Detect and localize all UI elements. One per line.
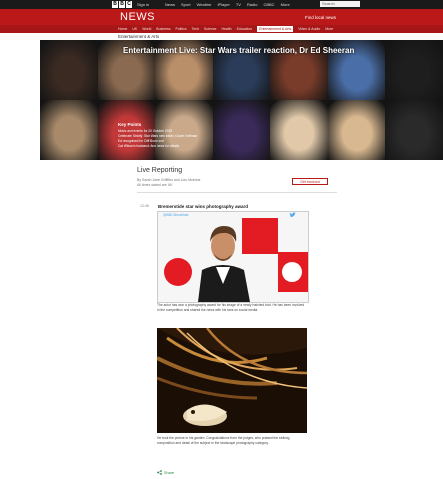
section-tab-entertainment-arts[interactable]: Entertainment & Arts [257, 26, 294, 32]
section-tab-politics[interactable]: Politics [176, 26, 187, 32]
key-points: Key Points Music and events for 20 Octob… [118, 122, 258, 149]
hero-photo-tile [327, 100, 386, 160]
post-title: Bremerstide star wins photography award [158, 204, 249, 209]
get-involved-button[interactable]: Get involved [292, 178, 328, 185]
global-nav-weather[interactable]: Weather [197, 1, 212, 8]
global-nav-more[interactable]: More [281, 1, 290, 8]
post-body: The actor has won a photography award fo… [157, 303, 305, 312]
tweet-handle[interactable]: @BBCBreakfast [163, 213, 189, 217]
signin-link[interactable]: Sign in [137, 1, 149, 8]
bbc-logo[interactable]: B B C [112, 1, 132, 8]
section-tab-more[interactable]: More [325, 26, 333, 32]
global-nav-iplayer[interactable]: iPlayer [218, 1, 230, 8]
post-timestamp: 12:48 [140, 204, 149, 208]
bird-image [157, 328, 307, 433]
embedded-tweet[interactable] [157, 211, 309, 303]
global-nav-radio[interactable]: Radio [247, 1, 257, 8]
byline-times: All times stated are UK [137, 182, 173, 187]
section-breadcrumb[interactable]: Entertainment & Arts [118, 34, 159, 39]
global-nav-sport[interactable]: Sport [181, 1, 191, 8]
logo-letter: B [119, 1, 125, 8]
search-input[interactable]: Search [320, 1, 360, 7]
key-point-item[interactable]: Cat Wilson's husband: Ann news for detai… [118, 144, 258, 149]
section-tab-uk[interactable]: UK [132, 26, 137, 32]
section-tab-education[interactable]: Education [237, 26, 253, 32]
news-header [0, 9, 443, 25]
share-label: Share [164, 470, 175, 475]
share-icon [157, 470, 162, 475]
live-reporting-heading: Live Reporting [137, 167, 183, 174]
section-tab-video-audio[interactable]: Video & Audio [298, 26, 320, 32]
divider [137, 192, 337, 193]
logo-letter: C [126, 1, 132, 8]
section-tab-health[interactable]: Health [221, 26, 231, 32]
news-logo[interactable]: NEWS [120, 11, 155, 23]
tweet-photo [158, 212, 308, 302]
section-tab-world[interactable]: World [142, 26, 151, 32]
section-tab-tech[interactable]: Tech [192, 26, 199, 32]
section-tab-science[interactable]: Science [204, 26, 216, 32]
hero-photo-tile [40, 40, 99, 101]
logo-letter: B [112, 1, 118, 8]
hero-title: Entertainment Live: Star Wars trailer re… [123, 46, 355, 55]
key-points-title: Key Points [118, 122, 142, 127]
hero-photo-tile [385, 100, 443, 160]
section-nav: Home UK World Business Politics Tech Science He… [118, 26, 333, 32]
share-button[interactable]: Share [157, 470, 174, 475]
hero-photo-tile [270, 100, 329, 160]
byline: By Sarah Jane Griffiths and Lizo Mzimba … [137, 178, 200, 187]
global-nav-cbbc[interactable]: CBBC [263, 1, 274, 8]
hero-photo-tile [385, 40, 443, 101]
hero-photo-tile [40, 100, 99, 160]
global-nav-news[interactable]: News [165, 1, 175, 8]
award-photo[interactable] [157, 328, 307, 433]
byline-authors: By Sarah Jane Griffiths and Lizo Mzimba [137, 178, 201, 182]
global-nav: News Sport Weather iPlayer TV Radio CBBC… [165, 1, 290, 8]
section-tab-home[interactable]: Home [118, 26, 127, 32]
global-nav-tv[interactable]: TV [236, 1, 241, 8]
section-tab-business[interactable]: Business [156, 26, 170, 32]
local-news-link[interactable]: Find local news [305, 15, 336, 20]
post-body-continued: He took the picture in his garden. Congr… [157, 436, 290, 445]
twitter-icon[interactable] [289, 212, 296, 218]
